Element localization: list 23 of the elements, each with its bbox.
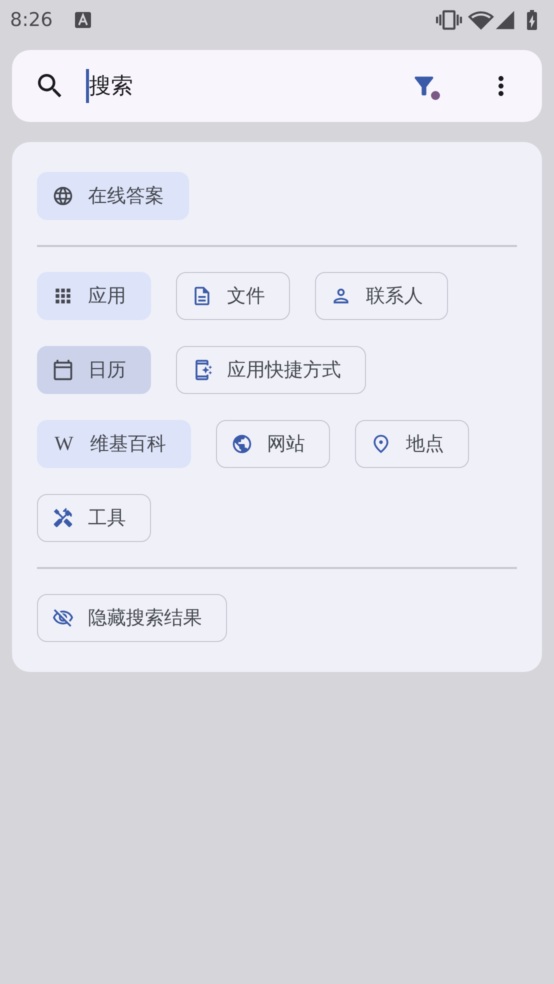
signal-icon bbox=[494, 9, 516, 31]
filter-chip[interactable]: 工具 bbox=[37, 494, 151, 542]
filter-chip[interactable]: 联系人 bbox=[315, 272, 448, 320]
filter-chip[interactable]: 网站 bbox=[216, 420, 330, 468]
search-bar[interactable]: 搜索 bbox=[12, 50, 542, 122]
notification-icon bbox=[74, 12, 91, 28]
wiki-letter-icon: W bbox=[52, 434, 76, 454]
search-field[interactable]: 搜索 bbox=[89, 70, 133, 102]
filter-chip[interactable]: 应用快捷方式 bbox=[176, 346, 366, 394]
eye-slash-icon bbox=[52, 607, 74, 629]
filter-chip[interactable]: 日历 bbox=[37, 346, 151, 394]
globe-icon bbox=[52, 185, 74, 207]
status-time: 8:26 bbox=[10, 8, 53, 33]
tools-icon bbox=[52, 507, 74, 529]
globe-icon bbox=[231, 433, 253, 455]
filter-chip[interactable]: 文件 bbox=[176, 272, 290, 320]
filter-chip[interactable]: 隐藏搜索结果 bbox=[37, 594, 227, 642]
filter-chip[interactable]: 在线答案 bbox=[37, 172, 189, 220]
filter-chip[interactable]: 应用 bbox=[37, 272, 151, 320]
filter-chip[interactable]: W 维基百科 bbox=[37, 420, 191, 468]
text-cursor bbox=[86, 69, 89, 103]
calendar-icon bbox=[52, 359, 74, 381]
filter-chip[interactable]: 地点 bbox=[355, 420, 469, 468]
